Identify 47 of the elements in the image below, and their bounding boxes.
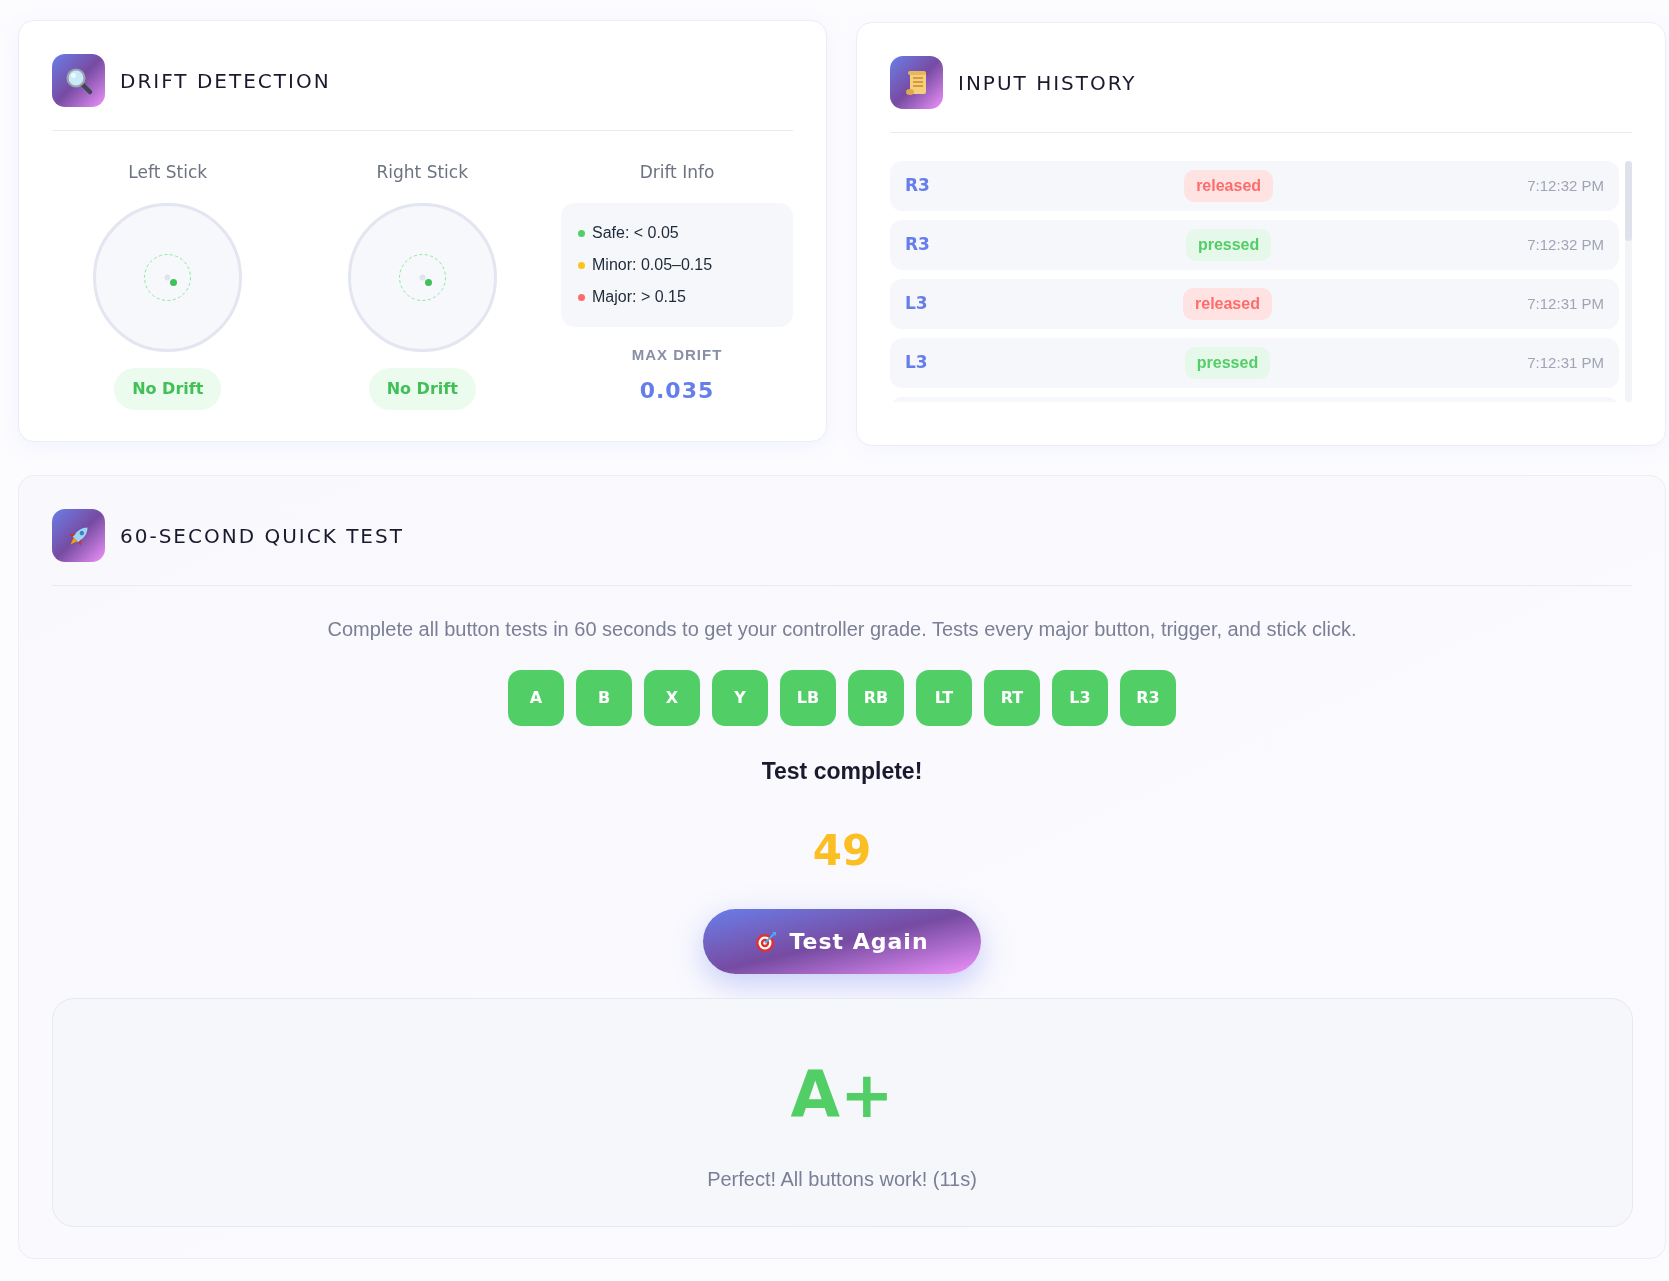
action-badge: released	[1183, 288, 1272, 320]
button-name: L3	[905, 351, 928, 375]
button-name: L3	[905, 292, 928, 316]
event-time: 7:12:32 PM	[1527, 175, 1604, 196]
test-button[interactable]: R3	[1120, 670, 1176, 726]
event-time: 7:12:31 PM	[1527, 352, 1604, 373]
scrollbar-thumb[interactable]	[1625, 161, 1632, 241]
max-drift-value: 0.035	[639, 377, 715, 405]
stick-label: Right Stick	[376, 161, 468, 183]
magnifier-icon	[52, 54, 105, 107]
test-description: Complete all button tests in 60 seconds to get your controller grade. Tests every major button, trigger, and stick click.	[327, 617, 1357, 642]
section-title: DRIFT DETECTION	[120, 67, 331, 95]
button-name: R3	[905, 174, 930, 198]
section-title: INPUT HISTORY	[958, 69, 1137, 97]
test-button[interactable]: L3	[1052, 670, 1108, 726]
scroll-icon	[890, 56, 943, 109]
test-button[interactable]: B	[576, 670, 632, 726]
action-badge: released	[1184, 170, 1274, 202]
scrollbar[interactable]	[1625, 161, 1632, 402]
legend-text: Safe: < 0.05	[592, 223, 679, 243]
button-name: R3	[905, 233, 930, 257]
event-time: 7:12:31 PM	[1527, 293, 1604, 314]
legend-text: Major: > 0.15	[592, 287, 686, 307]
max-drift-label: MAX DRIFT	[631, 346, 723, 364]
target-icon	[755, 930, 778, 953]
drift-info-label: Drift Info	[639, 161, 715, 183]
grade-value: A+	[790, 1059, 894, 1131]
test-button[interactable]: A	[508, 670, 564, 726]
test-button[interactable]: X	[644, 670, 700, 726]
action-badge: pressed	[1185, 229, 1272, 261]
stick-label: Left Stick	[128, 161, 208, 183]
section-title: 60-SECOND QUICK TEST	[120, 522, 404, 550]
test-button[interactable]: RT	[984, 670, 1040, 726]
test-again-button[interactable]: Test Again	[703, 909, 981, 974]
drift-status-badge: No Drift	[368, 368, 476, 410]
result-message: Perfect! All buttons work! (11s)	[707, 1167, 977, 1192]
action-badge: pressed	[1184, 347, 1271, 379]
test-button[interactable]: LT	[916, 670, 972, 726]
test-button[interactable]: Y	[712, 670, 768, 726]
score-value: 49	[812, 826, 872, 876]
event-time: 7:12:32 PM	[1527, 234, 1604, 255]
rocket-icon	[52, 509, 105, 562]
test-status: Test complete!	[761, 757, 923, 785]
legend-text: Minor: 0.05–0.15	[592, 255, 713, 275]
test-button[interactable]: RB	[848, 670, 904, 726]
test-button[interactable]: LB	[780, 670, 836, 726]
drift-status-badge: No Drift	[114, 368, 222, 410]
